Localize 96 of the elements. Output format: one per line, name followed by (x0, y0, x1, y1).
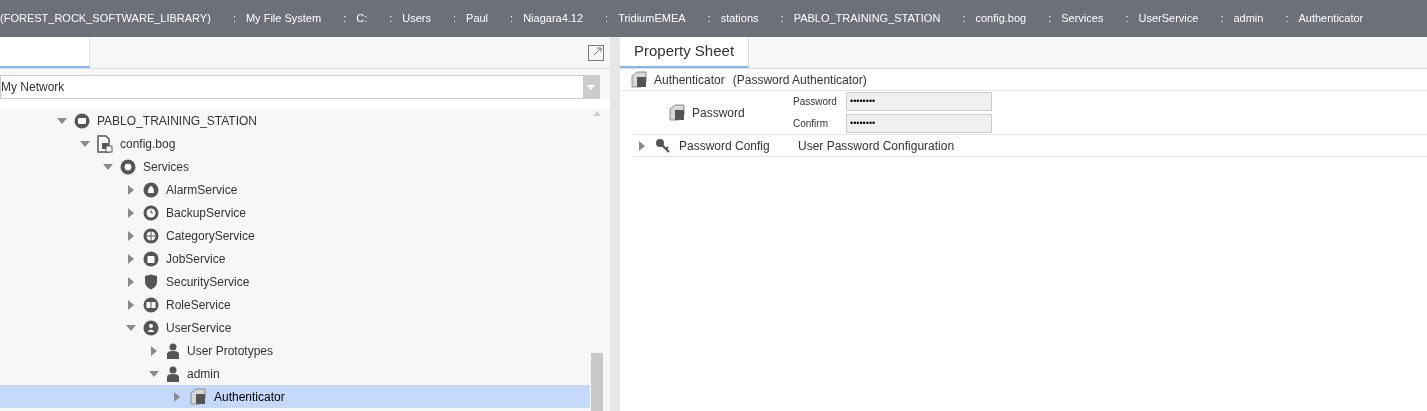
tree-label: AlarmService (166, 181, 238, 199)
collapse-arrow-icon[interactable] (57, 115, 67, 126)
tree-item[interactable]: CategoryService (0, 224, 590, 247)
expand-arrow-icon[interactable] (172, 391, 182, 402)
network-dropdown[interactable]: My Network (0, 75, 600, 99)
tree-label: PABLO_TRAINING_STATION (97, 112, 258, 130)
tree-item[interactable]: Services (0, 155, 590, 178)
breadcrumb-separator: : (1285, 11, 1289, 27)
field-label: Confirm (793, 117, 829, 131)
collapse-arrow-icon[interactable] (80, 138, 90, 149)
tree-label: Services (143, 158, 189, 176)
expand-arrow-icon[interactable] (149, 345, 159, 356)
tree-label: User Prototypes (187, 342, 274, 360)
expand-arrow-icon[interactable] (126, 230, 136, 241)
breadcrumb-separator: : (389, 11, 393, 27)
password-field[interactable]: •••••••• (846, 92, 992, 111)
breadcrumb-item[interactable]: UserService (1138, 10, 1199, 27)
tree-label: RoleService (166, 296, 231, 314)
tree-label: SecurityService (166, 273, 250, 291)
password-field[interactable]: •••••••• (846, 114, 992, 133)
collapse-arrow-icon[interactable] (103, 161, 113, 172)
tree-item[interactable]: UserService (0, 316, 590, 339)
tree-label: JobService (166, 250, 226, 268)
tree-item[interactable]: admin (0, 362, 590, 385)
expand-arrow-icon[interactable] (637, 140, 647, 151)
breadcrumb-separator: : (1125, 11, 1129, 27)
person-icon (166, 342, 180, 359)
breadcrumb-item[interactable]: stations (720, 10, 759, 27)
scrollbar-thumb[interactable] (591, 353, 603, 411)
tree-label: config.bog (120, 135, 176, 153)
tree-item[interactable]: User Prototypes (0, 339, 590, 362)
breadcrumb-separator: : (707, 11, 711, 27)
tree-item[interactable]: PABLO_TRAINING_STATION (0, 109, 590, 132)
expand-arrow-icon[interactable] (126, 276, 136, 287)
id-card-icon (143, 296, 159, 313)
component-type: (Password Authenticator) (732, 71, 867, 89)
breadcrumb-item[interactable]: admin (1233, 10, 1264, 27)
cube-icon (189, 387, 207, 406)
breadcrumb-item[interactable]: (FOREST_ROCK_SOFTWARE_LIBRARY) (0, 10, 211, 27)
breadcrumb-separator: : (780, 11, 784, 27)
property-value: User Password Configuration (798, 137, 955, 155)
user-circle-icon (143, 319, 159, 336)
shield-icon (143, 273, 159, 290)
breadcrumb-item[interactable]: Authenticator (1298, 10, 1364, 27)
property-label: Password (692, 104, 745, 122)
breadcrumb-separator: : (605, 11, 609, 27)
breadcrumb-item[interactable]: TridiumEMEA (618, 10, 686, 27)
collapse-arrow-icon[interactable] (149, 368, 159, 379)
tree-label: BackupService (166, 204, 247, 222)
bell-icon (143, 181, 159, 198)
tree-item[interactable]: config.bog (0, 132, 590, 155)
breadcrumb-separator: : (453, 11, 457, 27)
clock-icon (143, 204, 159, 221)
breadcrumb-separator: : (343, 11, 347, 27)
tree-item[interactable]: AlarmService (0, 178, 590, 201)
breadcrumb-separator: : (232, 11, 236, 27)
breadcrumb-separator: : (1048, 11, 1052, 27)
key-icon (655, 137, 671, 154)
breadcrumb-item[interactable]: PABLO_TRAINING_STATION (793, 10, 941, 27)
breadcrumb-item[interactable]: Users (402, 10, 431, 27)
property-label: Password Config (679, 137, 771, 155)
expand-arrow-icon[interactable] (126, 299, 136, 310)
breadcrumb-item[interactable]: My File System (245, 10, 322, 27)
nav-tab[interactable] (0, 37, 90, 68)
quadrant-icon (143, 227, 159, 244)
tree-label: admin (187, 365, 220, 383)
tree-item[interactable]: Authenticator (0, 385, 590, 408)
breadcrumb-separator: : (962, 11, 966, 27)
collapse-arrow-icon[interactable] (126, 322, 136, 333)
view-tab[interactable]: Property Sheet (620, 37, 750, 68)
tree-item[interactable]: SecurityService (0, 270, 590, 293)
tree-item[interactable]: JobService (0, 247, 590, 270)
tree-item[interactable]: RoleService (0, 293, 590, 316)
tree-label: UserService (166, 319, 232, 337)
breadcrumb-item[interactable]: C: (356, 10, 368, 27)
person-icon (166, 365, 180, 382)
tree-label: CategoryService (166, 227, 255, 245)
breadcrumb-item[interactable]: Paul (466, 10, 489, 27)
file-icon (97, 134, 113, 153)
cube-icon (668, 103, 686, 122)
component-name: Authenticator (654, 71, 725, 89)
expand-arrow-icon[interactable] (126, 184, 136, 195)
breadcrumb-item[interactable]: config.bog (975, 10, 1027, 27)
breadcrumb-separator: : (1220, 11, 1224, 27)
cube-icon (630, 70, 648, 89)
expand-arrow-icon[interactable] (126, 207, 136, 218)
dropdown-arrow-icon (587, 84, 595, 90)
expand-arrow-icon[interactable] (126, 253, 136, 264)
tree-item[interactable]: BackupService (0, 201, 590, 224)
breadcrumb-separator: : (510, 11, 514, 27)
folder-icon (74, 112, 90, 129)
tree-label: Authenticator (214, 388, 285, 406)
breadcrumb-item[interactable]: Services (1061, 10, 1104, 27)
breadcrumb-item[interactable]: Niagara4.12 (523, 10, 584, 27)
field-label: Password (793, 95, 838, 109)
maximize-icon[interactable] (588, 44, 604, 61)
